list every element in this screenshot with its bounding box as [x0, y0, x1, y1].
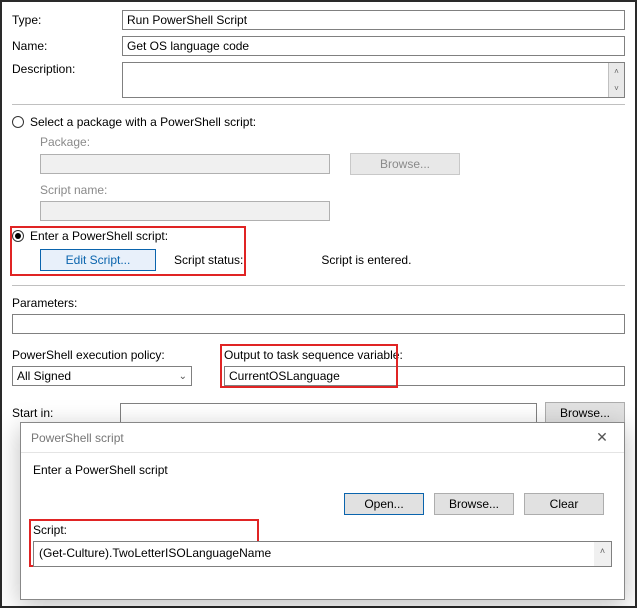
- scriptname-label: Script name:: [40, 183, 625, 197]
- radio-select-package[interactable]: Select a package with a PowerShell scrip…: [12, 115, 625, 129]
- outputvar-group: Output to task sequence variable:: [224, 348, 625, 386]
- description-label: Description:: [12, 62, 122, 76]
- chevron-down-icon: ⌄: [177, 371, 189, 382]
- scroll-up-icon[interactable]: ˄: [594, 542, 611, 559]
- radio-enter-script-label: Enter a PowerShell script:: [30, 229, 168, 243]
- script-content: (Get-Culture).TwoLetterISOLanguageName: [39, 546, 271, 560]
- package-browse-button: Browse...: [350, 153, 460, 175]
- radio-select-package-label: Select a package with a PowerShell scrip…: [30, 115, 256, 129]
- dialog-prompt: Enter a PowerShell script: [33, 463, 612, 477]
- policy-value: All Signed: [17, 369, 71, 383]
- edit-script-button[interactable]: Edit Script...: [40, 249, 156, 271]
- startin-label: Start in:: [12, 406, 112, 420]
- package-field: [40, 154, 330, 174]
- policy-group: PowerShell execution policy: All Signed …: [12, 348, 204, 386]
- outputvar-label: Output to task sequence variable:: [224, 348, 625, 362]
- script-label: Script:: [33, 523, 612, 537]
- policy-label: PowerShell execution policy:: [12, 348, 204, 362]
- open-button[interactable]: Open...: [344, 493, 424, 515]
- dialog-button-row: Open... Browse... Clear: [33, 493, 604, 515]
- description-row: Description: ˄ ˅: [12, 62, 625, 98]
- package-group: Package: Browse... Script name:: [40, 135, 625, 221]
- name-field[interactable]: [122, 36, 625, 56]
- type-row: Type:: [12, 10, 625, 30]
- parameters-label: Parameters:: [12, 296, 625, 310]
- scriptname-field: [40, 201, 330, 221]
- radio-unchecked-icon[interactable]: [12, 116, 24, 128]
- script-status-label: Script status:: [174, 253, 243, 267]
- startin-browse-button[interactable]: Browse...: [545, 402, 625, 424]
- dialog-browse-button[interactable]: Browse...: [434, 493, 514, 515]
- outputvar-field[interactable]: [224, 366, 625, 386]
- script-status-value: Script is entered.: [321, 253, 411, 267]
- description-spinner[interactable]: ˄ ˅: [608, 63, 624, 97]
- dialog-body: Enter a PowerShell script Open... Browse…: [21, 453, 624, 599]
- description-field[interactable]: [122, 62, 625, 98]
- powershell-script-dialog: PowerShell script ✕ Enter a PowerShell s…: [20, 422, 625, 600]
- startin-field[interactable]: [120, 403, 537, 423]
- dialog-title: PowerShell script: [31, 431, 124, 445]
- clear-button[interactable]: Clear: [524, 493, 604, 515]
- name-label: Name:: [12, 39, 122, 53]
- scrollbar[interactable]: ˄: [594, 542, 611, 566]
- separator-1: [12, 104, 625, 105]
- package-label: Package:: [40, 135, 625, 149]
- main-panel: Type: Name: Description: ˄ ˅ Select a pa…: [2, 2, 635, 424]
- type-field[interactable]: [122, 10, 625, 30]
- separator-2: [12, 285, 625, 286]
- name-row: Name:: [12, 36, 625, 56]
- dialog-titlebar[interactable]: PowerShell script ✕: [21, 423, 624, 453]
- policy-select[interactable]: All Signed ⌄: [12, 366, 192, 386]
- close-button[interactable]: ✕: [586, 426, 618, 450]
- script-textarea[interactable]: (Get-Culture).TwoLetterISOLanguageName ˄: [33, 541, 612, 567]
- description-wrap: ˄ ˅: [122, 62, 625, 98]
- radio-enter-script[interactable]: Enter a PowerShell script:: [12, 229, 625, 243]
- chevron-up-icon[interactable]: ˄: [609, 63, 624, 80]
- chevron-down-icon[interactable]: ˅: [609, 80, 624, 97]
- close-icon: ✕: [596, 429, 608, 446]
- parameters-field[interactable]: [12, 314, 625, 334]
- radio-checked-icon[interactable]: [12, 230, 24, 242]
- type-label: Type:: [12, 13, 122, 27]
